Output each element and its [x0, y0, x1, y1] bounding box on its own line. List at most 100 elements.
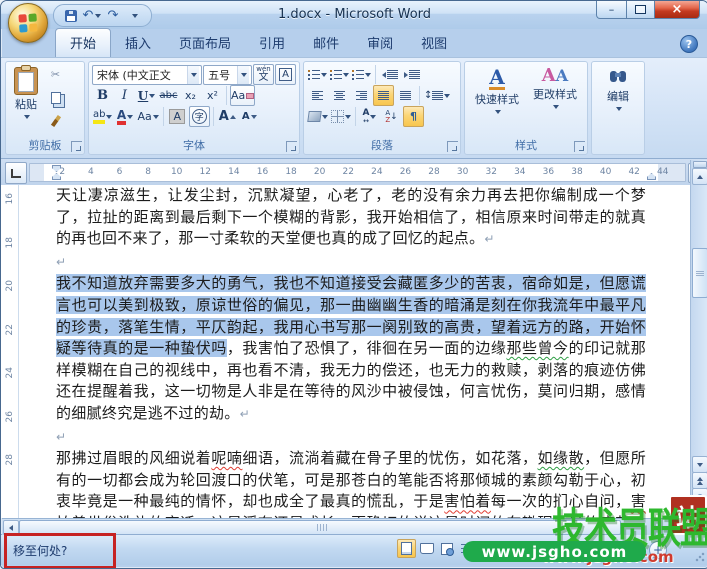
character-border-button[interactable]: A: [275, 64, 296, 85]
font-color-button[interactable]: A: [114, 106, 135, 127]
group-clipboard: 粘贴 ✂ 剪贴板: [5, 61, 85, 155]
office-logo-icon: [18, 13, 37, 32]
eraser-icon: [246, 93, 254, 99]
numbering-button[interactable]: [329, 64, 350, 85]
book-icon: [420, 543, 434, 554]
align-left-button[interactable]: [307, 85, 328, 106]
vertical-scrollbar[interactable]: [690, 160, 707, 518]
tab-view[interactable]: 视图: [407, 29, 461, 57]
align-right-button[interactable]: [351, 85, 372, 106]
tab-stop-selector[interactable]: [5, 162, 27, 184]
format-painter-icon: [50, 114, 60, 126]
styles-group-label: 样式: [465, 137, 587, 153]
group-editing: 编辑 编辑: [591, 61, 645, 155]
quick-styles-icon: A: [489, 67, 505, 90]
shading-icon: [307, 111, 322, 122]
document-area[interactable]: 16182022242628 天让凄凉滋生，让发尘封，沉默凝望，心老了，老的没有…: [1, 185, 692, 518]
quick-styles-button[interactable]: A 快速样式: [470, 64, 524, 118]
paragraph-dialog-launcher[interactable]: [447, 141, 458, 152]
font-name-combo[interactable]: 宋体 (中文正文: [92, 65, 202, 85]
web-layout-view-button[interactable]: [437, 539, 456, 558]
paste-button[interactable]: 粘贴: [9, 64, 43, 131]
horizontal-ruler[interactable]: 2468101214161820222426283032343638404244: [29, 163, 686, 182]
italic-button[interactable]: I: [114, 85, 135, 106]
styles-dialog-launcher[interactable]: [574, 141, 585, 152]
vertical-ruler[interactable]: 16182022242628: [1, 185, 19, 518]
strikethrough-button[interactable]: abc: [158, 85, 179, 106]
pilcrow-icon: ¶: [410, 110, 417, 123]
numbering-icon: [330, 70, 342, 79]
highlight-color-button[interactable]: ab: [92, 106, 113, 127]
group-paragraph: ↕ A↔ AZ↓ ¶ 段落: [303, 61, 461, 155]
bullets-button[interactable]: [307, 64, 328, 85]
font-dialog-launcher[interactable]: [286, 141, 297, 152]
underline-button[interactable]: U: [136, 85, 157, 106]
clipboard-dialog-launcher[interactable]: [71, 141, 82, 152]
scroll-down-button[interactable]: [692, 456, 707, 473]
editing-button[interactable]: 编辑: [602, 64, 634, 115]
copy-button[interactable]: [45, 87, 66, 108]
bold-button[interactable]: B: [92, 85, 113, 106]
page-text[interactable]: 天让凄凉滋生，让发尘封，沉默凝望，心老了，老的没有余力再去把你编制成一个梦了，拉…: [56, 185, 646, 518]
tab-review[interactable]: 审阅: [353, 29, 407, 57]
font-group-label: 字体: [89, 137, 299, 153]
increase-indent-button[interactable]: [401, 64, 422, 85]
change-case-button[interactable]: Aa: [136, 106, 159, 127]
tab-page-layout[interactable]: 页面布局: [165, 29, 245, 57]
shading-button[interactable]: [307, 106, 329, 127]
full-screen-reading-view-button[interactable]: [417, 539, 436, 558]
maximize-button[interactable]: [627, 1, 655, 19]
justify-button[interactable]: [373, 85, 394, 106]
clear-formatting-button[interactable]: Aa: [230, 85, 255, 106]
paragraph-mark: ↵: [240, 407, 250, 421]
paragraph-group-label: 段落: [304, 137, 460, 153]
maximize-icon: [635, 5, 646, 14]
red-annotation-box: [4, 533, 116, 569]
enclose-characters-button[interactable]: 字: [189, 106, 210, 127]
phonetic-guide-icon: wén文: [256, 66, 270, 83]
spelling-underlined-text: 呢喃: [211, 449, 242, 467]
cut-button[interactable]: ✂: [45, 64, 66, 85]
grow-font-button[interactable]: A: [217, 106, 238, 127]
close-button[interactable]: ×: [655, 1, 700, 19]
tab-mailings[interactable]: 邮件: [299, 29, 353, 57]
subscript-button[interactable]: x₂: [180, 85, 201, 106]
line-spacing-button[interactable]: ↕: [423, 85, 451, 106]
character-shading-button[interactable]: A: [167, 106, 188, 127]
asian-layout-button[interactable]: A↔: [359, 106, 380, 127]
split-handle[interactable]: [693, 161, 707, 168]
borders-icon: [331, 110, 344, 123]
sort-button[interactable]: AZ↓: [381, 106, 402, 127]
borders-button[interactable]: [330, 106, 352, 127]
group-font: 宋体 (中文正文 五号 wén文 A B I U abc x₂ x² Aa: [88, 61, 300, 155]
show-hide-marks-button[interactable]: ¶: [403, 106, 424, 127]
font-name-dropdown-icon: [187, 66, 199, 84]
word-window: ↶ ↷ 1.docx - Microsoft Word – × 开始 插入 页面…: [0, 0, 707, 569]
format-painter-button[interactable]: [45, 110, 66, 131]
window-controls: – ×: [596, 1, 700, 19]
tab-home[interactable]: 开始: [55, 28, 111, 57]
decrease-indent-button[interactable]: [379, 64, 400, 85]
scroll-up-button[interactable]: [692, 168, 707, 185]
shrink-font-button[interactable]: A: [239, 106, 260, 127]
minimize-button[interactable]: –: [596, 1, 627, 19]
grammar-underlined-text: 那些曾今: [506, 339, 568, 357]
distribute-button[interactable]: [395, 85, 416, 106]
align-center-button[interactable]: [329, 85, 350, 106]
change-styles-button[interactable]: AA 更改样式: [528, 64, 582, 118]
tab-references[interactable]: 引用: [245, 29, 299, 57]
superscript-button[interactable]: x²: [202, 85, 223, 106]
ruler-numbers: 2468101214161820222426283032343638404244: [30, 167, 685, 177]
print-layout-view-button[interactable]: [397, 539, 416, 558]
vertical-scroll-thumb[interactable]: [692, 248, 707, 298]
paragraph-mark: ↵: [484, 232, 494, 246]
multilevel-list-button[interactable]: [351, 64, 372, 85]
previous-page-button[interactable]: [692, 472, 707, 489]
font-size-combo[interactable]: 五号: [203, 65, 252, 85]
phonetic-guide-button[interactable]: wén文: [253, 64, 274, 85]
tab-insert[interactable]: 插入: [111, 29, 165, 57]
ruler-row: 2468101214161820222426283032343638404244: [1, 159, 707, 185]
tab-stop-icon: [11, 169, 21, 178]
help-button[interactable]: ?: [680, 35, 698, 53]
office-button[interactable]: [8, 3, 48, 43]
